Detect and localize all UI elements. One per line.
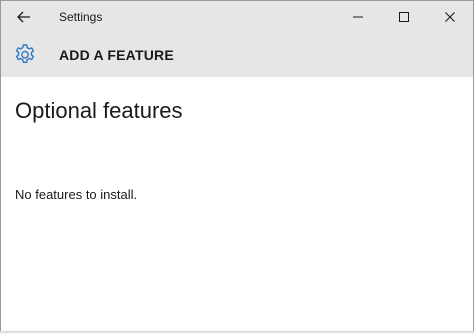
page-header: ADD A FEATURE [1, 33, 473, 77]
minimize-icon [353, 16, 363, 18]
window-controls [335, 1, 473, 33]
gear-icon [13, 43, 37, 67]
close-icon [445, 12, 455, 22]
empty-state-message: No features to install. [15, 187, 138, 202]
title-bar: Settings [1, 1, 473, 33]
page-header-title: ADD A FEATURE [59, 47, 174, 63]
close-button[interactable] [427, 1, 473, 33]
back-arrow-icon [17, 11, 30, 23]
back-button[interactable] [1, 1, 47, 33]
minimize-button[interactable] [335, 1, 381, 33]
page-title: Optional features [15, 98, 183, 123]
settings-window: Settings ADD A FEATURE Optional features… [0, 0, 474, 332]
window-title: Settings [59, 10, 103, 24]
maximize-button[interactable] [381, 1, 427, 33]
maximize-icon [399, 12, 409, 22]
